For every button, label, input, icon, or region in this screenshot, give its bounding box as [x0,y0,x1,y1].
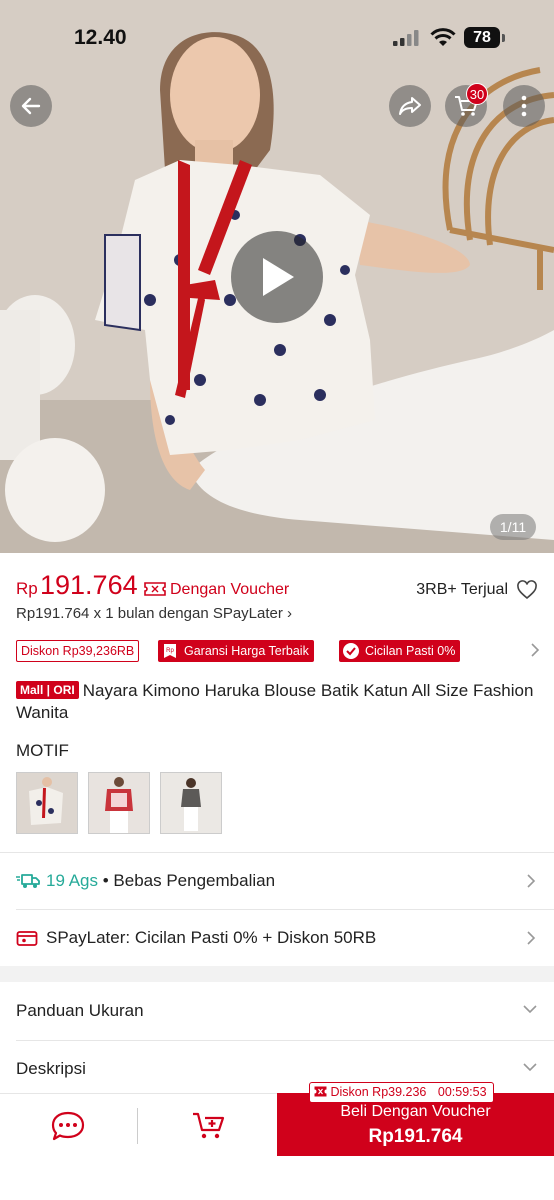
variant-thumb-2[interactable] [88,772,150,834]
variant-image-1 [17,773,77,833]
variant-thumb-1[interactable] [16,772,78,834]
chat-icon [51,1111,85,1141]
signal-icon [393,30,419,46]
back-button[interactable] [10,85,52,127]
share-button[interactable] [389,85,431,127]
size-guide-row[interactable]: Panduan Ukuran [0,982,554,1040]
add-to-cart-icon [193,1112,225,1139]
chat-button[interactable] [50,1110,86,1147]
installment-label: Cicilan Pasti 0% [365,644,456,658]
product-title-text: Nayara Kimono Haruka Blouse Batik Katun … [16,681,534,722]
spaylater-row[interactable]: SPayLater: Cicilan Pasti 0% + Diskon 50R… [0,910,554,966]
svg-text:Rp: Rp [166,648,174,654]
voucher-label: Dengan Voucher [170,581,290,598]
guarantee-label: Garansi Harga Terbaik [184,644,309,658]
variant-label: MOTIF [16,741,69,760]
discount-amount: Diskon Rp39.236 [330,1085,427,1099]
section-gap [0,966,554,982]
more-vertical-icon [521,95,527,117]
share-icon [399,97,421,115]
promo-tags[interactable]: Diskon Rp39,236RB Rp Garansi Harga Terba… [16,640,546,662]
variant-image-2 [89,773,149,833]
discount-timer-badge: Diskon Rp39.236 00:59:53 [309,1082,494,1103]
delivery-date: 19 Ags [46,871,98,890]
wallet-icon [16,931,38,946]
voucher-icon [144,582,166,596]
variant-thumb-3[interactable] [160,772,222,834]
price-guarantee-icon: Rp [164,644,176,658]
arrow-left-icon [21,97,41,115]
chevron-down-icon [523,1063,537,1072]
mall-badge-label: Mall [20,683,44,697]
play-icon [263,258,294,296]
ticket-icon [314,1086,327,1097]
spaylater-price-line[interactable]: Rp191.764 x 1 bulan dengan SPayLater › [16,605,292,622]
description-label: Deskripsi [16,1059,86,1078]
status-time: 12.40 [74,26,127,49]
countdown-timer: 00:59:53 [437,1085,487,1099]
cart-count-badge: 30 [466,83,488,105]
shipping-row[interactable]: 19 Ags • Bebas Pengembalian [0,853,554,909]
size-guide-label: Panduan Ukuran [16,1001,144,1020]
chevron-right-icon [527,874,536,888]
chevron-right-icon [531,643,540,657]
chevron-down-icon [523,1005,537,1014]
price-row: Rp 191.764 Dengan Voucher 3RB+ Terjual [16,568,540,604]
price-value: 191.764 [40,570,138,600]
mall-ori-badge: Mall | ORI [16,681,79,699]
ori-badge-label: ORI [53,683,75,697]
add-to-cart-button[interactable] [191,1110,227,1147]
product-title: Mall | ORI Nayara Kimono Haruka Blouse Ba… [16,680,536,724]
battery-icon [502,34,505,42]
play-video-button[interactable] [231,231,323,323]
status-bar: 12.40 78 [0,22,554,56]
truck-icon [16,874,40,888]
chevron-right-icon [527,931,536,945]
installment-tag: Cicilan Pasti 0% [339,640,461,662]
bottom-divider [137,1108,138,1144]
heart-icon[interactable] [516,580,538,600]
buy-price: Rp191.764 [368,1126,463,1147]
spaylater-text: SPayLater: Cicilan Pasti 0% + Diskon 50R… [46,928,377,947]
product-image[interactable]: 12.40 78 30 1/11 [0,0,554,553]
variant-image-3 [161,773,221,833]
guarantee-tag: Rp Garansi Harga Terbaik [158,640,314,662]
returns-label: • Bebas Pengembalian [102,871,276,890]
sold-count: 3RB+ Terjual [416,581,508,598]
image-counter: 1/11 [490,514,536,540]
wifi-icon [430,28,456,46]
more-button[interactable] [503,85,545,127]
discount-tag: Diskon Rp39,236RB [16,640,140,662]
buy-label: Beli Dengan Voucher [340,1103,491,1120]
check-badge-icon [343,643,359,659]
battery-level: 78 [464,27,500,48]
price-currency: Rp [16,579,38,598]
